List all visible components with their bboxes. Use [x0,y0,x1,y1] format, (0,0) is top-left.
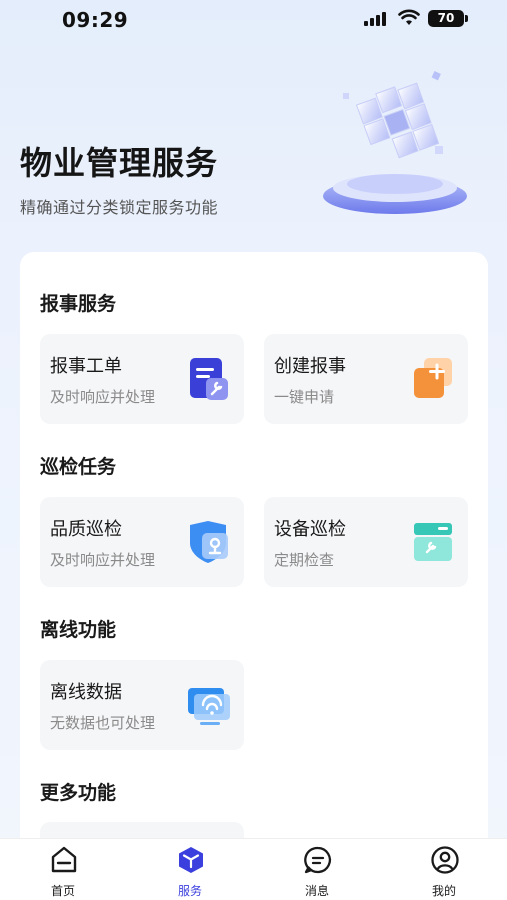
tile-desc: 及时响应并处理 [50,388,156,406]
tab-home[interactable]: 首页 [0,839,126,900]
tab-messages[interactable]: 消息 [254,839,380,900]
section-title-offline: 离线功能 [40,619,117,641]
home-icon [51,846,77,873]
section-title-inspection: 巡检任务 [40,456,117,478]
tab-label: 首页 [50,884,75,898]
tile-work-order[interactable]: 报事工单 及时响应并处理 [40,334,244,424]
tile-title: 报事工单 [50,356,122,377]
profile-icon [431,846,459,874]
tile-equipment-inspection[interactable]: 设备巡检 定期检查 [264,497,468,587]
message-icon [304,846,331,874]
signal-icon [364,12,386,26]
tile-offline-data[interactable]: 离线数据 无数据也可处理 [40,660,244,750]
bottom-tab-bar: 首页 服务 消息 我的 [0,838,507,900]
tile-title: 离线数据 [50,682,122,703]
quality-inspection-icon [190,521,228,563]
service-cube-icon [179,847,203,873]
tile-desc: 无数据也可处理 [50,714,156,732]
tile-quality-inspection[interactable]: 品质巡检 及时响应并处理 [40,497,244,587]
status-time: 09:29 [62,8,129,32]
battery-icon: 70 [428,10,468,27]
wifi-icon [398,9,420,25]
tile-desc: 一键申请 [274,388,335,406]
section-title-report: 报事服务 [40,293,117,315]
services-card: 报事服务 报事工单 及时响应并处理 创建报事 一键申请 巡检任务 品质巡检 及时… [20,252,488,872]
tile-create-report[interactable]: 创建报事 一键申请 [264,334,468,424]
tab-label: 服务 [177,884,202,898]
tile-desc: 及时响应并处理 [50,551,156,569]
tab-label: 消息 [304,884,329,898]
hero-cube-illustration [323,71,467,214]
work-order-icon [190,358,228,400]
tab-profile[interactable]: 我的 [381,839,507,900]
section-title-more: 更多功能 [40,782,117,804]
tab-label: 我的 [431,884,456,898]
tile-title: 设备巡检 [274,519,346,540]
tile-desc: 定期检查 [274,551,335,569]
equipment-inspection-icon [414,523,452,561]
tile-title: 创建报事 [274,356,346,377]
status-bar: 09:29 70 [0,0,507,40]
offline-data-icon [188,688,230,725]
create-report-icon [414,358,452,398]
tab-service[interactable]: 服务 [127,839,253,900]
tile-title: 品质巡检 [50,519,122,540]
page-subtitle: 精确通过分类锁定服务功能 [20,198,219,217]
page-title: 物业管理服务 [20,144,219,182]
